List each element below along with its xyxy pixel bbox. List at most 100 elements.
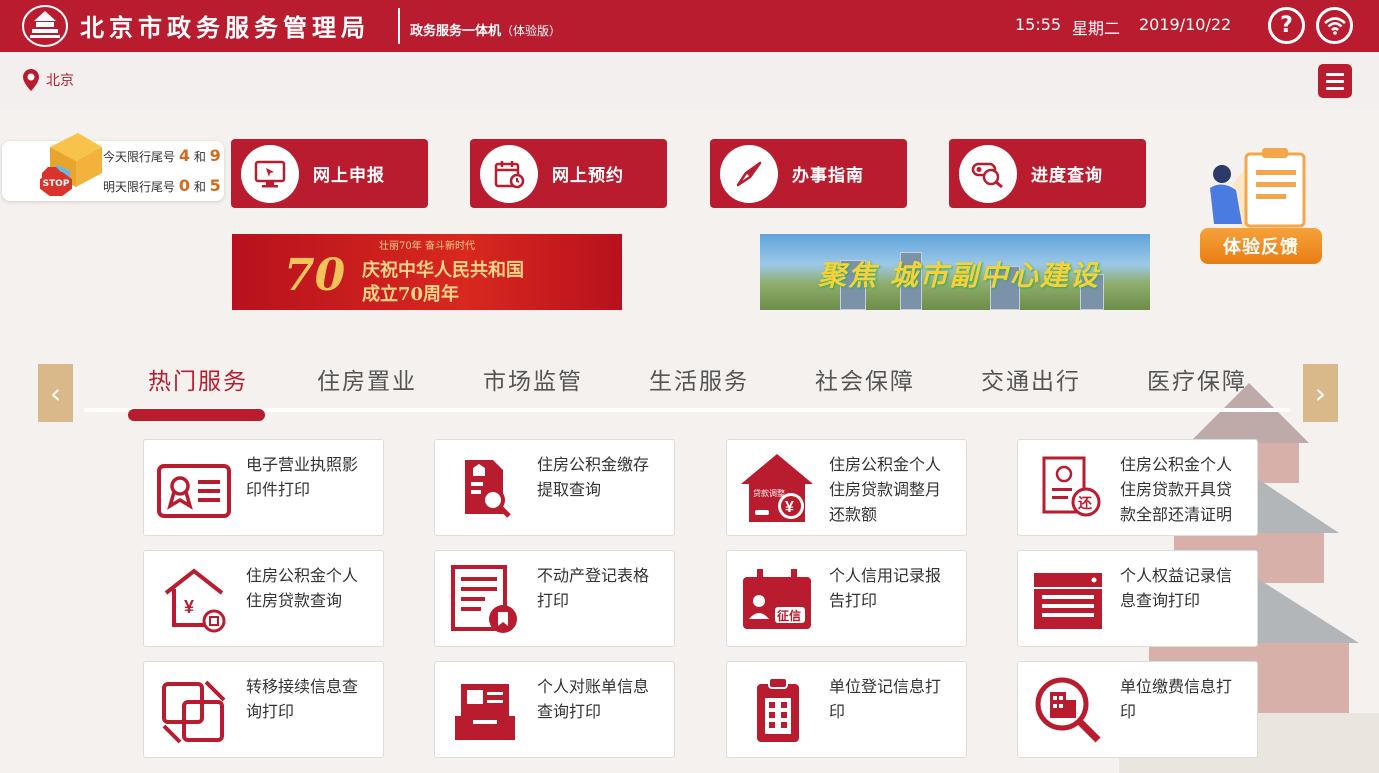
traffic-today-and: 和 — [193, 150, 206, 164]
service-label-line: 住房公积金缴存 — [537, 455, 650, 474]
tab-hot-services[interactable]: 热门服务 — [148, 362, 248, 396]
tabs-next-button[interactable]: › — [1303, 364, 1338, 422]
kiosk-name: 政务服务一体机 — [410, 24, 502, 39]
service-card-statement[interactable]: 个人对账单信息 查询打印 — [434, 661, 675, 758]
tab-housing[interactable]: 住房置业 — [317, 362, 417, 396]
service-label: 个人对账单信息 查询打印 — [537, 674, 667, 724]
traffic-tomorrow: 明天限行尾号 0 和 5 — [103, 176, 221, 195]
kiosk-subtitle: 政务服务一体机（体验版） — [410, 20, 561, 39]
location-selector[interactable]: 北京 — [22, 68, 74, 92]
service-card-real-estate[interactable]: 不动产登记表格 打印 — [434, 550, 675, 647]
service-label: 单位缴费信息打印 — [1120, 674, 1250, 724]
service-card-unit-payment[interactable]: 单位缴费信息打印 — [1017, 661, 1258, 758]
traffic-tomorrow-num-a: 0 — [178, 176, 190, 195]
quick-online-apply-button[interactable]: 网上申报 — [231, 139, 428, 208]
service-card-loan-query[interactable]: ¥ 住房公积金个人 住房贷款查询 — [143, 550, 384, 647]
service-label-line: 不动产登记表格 — [537, 566, 650, 585]
location-bar-bg — [0, 52, 1379, 110]
tab-life-services[interactable]: 生活服务 — [649, 362, 749, 396]
service-label-line: 住房贷款开具贷 — [1120, 480, 1233, 499]
agency-title: 北京市政务服务管理局 — [80, 13, 370, 42]
tab-social-security[interactable]: 社会保障 — [815, 362, 915, 396]
service-label: 住房公积金个人 住房贷款调整月 还款额 — [829, 452, 959, 527]
yuan-text: ¥ — [184, 597, 194, 617]
service-label: 住房公积金个人 住房贷款查询 — [246, 563, 376, 613]
service-card-transfer[interactable]: 转移接续信息查 询打印 — [143, 661, 384, 758]
anniversary-banner[interactable]: 壮丽70年 奋斗新时代 70 庆祝中华人民共和国 成立70周年 — [232, 234, 622, 310]
wifi-icon — [1323, 16, 1346, 35]
tab-market-supervision[interactable]: 市场监管 — [483, 362, 583, 396]
emblem-icon — [22, 5, 68, 47]
service-label-line: 单位缴费信息打 — [1120, 677, 1233, 696]
feedback-label: 体验反馈 — [1200, 228, 1322, 264]
help-button[interactable]: ? — [1268, 7, 1305, 44]
service-card-business-license[interactable]: 电子营业执照影 印件打印 — [143, 439, 384, 536]
clock-date: 2019/10/22 — [1139, 15, 1232, 34]
banner-line1: 庆祝中华人民共和国 — [362, 260, 524, 281]
document-search-icon — [465, 460, 511, 518]
house-yuan-icon: ¥ — [164, 568, 226, 633]
service-label-line: 告打印 — [829, 591, 878, 610]
house-loan-icon: 贷款调整 ¥ — [741, 454, 813, 522]
service-label: 住房公积金个人 住房贷款开具贷 款全部还清证明 — [1120, 452, 1250, 527]
service-label-line: 住房公积金个人 — [1120, 455, 1233, 474]
credit-text: 征信 — [777, 608, 801, 623]
menu-button[interactable] — [1318, 64, 1352, 98]
form-bookmark-icon — [451, 565, 517, 633]
subcenter-banner[interactable]: 聚焦 城市副中心建设 — [760, 234, 1150, 310]
menu-line-icon — [1326, 86, 1344, 90]
service-label-line: 询打印 — [246, 702, 295, 721]
service-card-loan-cleared[interactable]: 还 住房公积金个人 住房贷款开具贷 款全部还清证明 — [1017, 439, 1258, 536]
service-label-line: 转移接续信息查 — [246, 677, 359, 696]
tab-medical-security[interactable]: 医疗保障 — [1147, 362, 1247, 396]
help-icon: ? — [1280, 13, 1293, 38]
app-header: 北京市政务服务管理局 政务服务一体机（体验版） 15:55 星期二 2019/1… — [0, 0, 1379, 52]
service-label-line: 单位登记信息打 — [829, 677, 942, 696]
service-card-credit-report[interactable]: 征信 个人信用记录报 告打印 — [726, 550, 967, 647]
service-label-line: 个人权益记录信 — [1120, 566, 1233, 585]
quick-label: 进度查询 — [1031, 166, 1103, 186]
traffic-today-label: 今天限行尾号 — [103, 150, 176, 164]
service-card-rights-record[interactable]: 个人权益记录信 息查询打印 — [1017, 550, 1258, 647]
service-label-line: 住房贷款调整月 — [829, 480, 942, 499]
quick-guide-button[interactable]: 办事指南 — [710, 139, 907, 208]
service-label: 电子营业执照影 印件打印 — [246, 452, 376, 502]
clipboard-icon — [757, 677, 799, 742]
tabs-prev-button[interactable]: ‹ — [38, 364, 73, 422]
service-label: 个人信用记录报 告打印 — [829, 563, 959, 613]
repay-text: 还 — [1077, 495, 1093, 511]
traffic-today-num-a: 4 — [178, 146, 190, 165]
stop-sign-icon: STOP — [40, 172, 72, 196]
transfer-squares-icon — [162, 680, 226, 744]
clock-weekday: 星期二 — [1072, 19, 1121, 38]
service-card-unit-registration[interactable]: 单位登记信息打印 — [726, 661, 967, 758]
tab-transport[interactable]: 交通出行 — [981, 362, 1081, 396]
quick-online-booking-button[interactable]: 网上预约 — [470, 139, 667, 208]
printer-icon — [1034, 573, 1102, 629]
service-card-fund-deposit[interactable]: 住房公积金缴存 提取查询 — [434, 439, 675, 536]
service-label-line: 电子营业执照影 — [246, 455, 359, 474]
service-label-line: 打印 — [537, 591, 570, 610]
service-label-line: 息查询打印 — [1120, 591, 1201, 610]
service-card-loan-adjust[interactable]: 贷款调整 ¥ 住房公积金个人 住房贷款调整月 还款额 — [726, 439, 967, 536]
building-search-icon — [1035, 677, 1101, 743]
traffic-today-num-b: 9 — [209, 146, 221, 165]
wifi-button[interactable] — [1316, 7, 1353, 44]
license-card-icon — [157, 464, 231, 518]
location-pin-icon — [23, 69, 39, 91]
traffic-tomorrow-and: 和 — [193, 180, 206, 194]
feedback-button[interactable]: 体验反馈 — [1196, 148, 1324, 266]
compass-icon — [720, 144, 778, 203]
menu-line-icon — [1326, 79, 1344, 83]
service-label-line: 还款额 — [829, 505, 878, 524]
service-label: 转移接续信息查 询打印 — [246, 674, 376, 724]
credit-calendar-icon: 征信 — [743, 569, 811, 629]
service-label-line: 住房贷款查询 — [246, 591, 343, 610]
id-tray-icon — [455, 684, 515, 740]
banner-line2: 成立70周年 — [362, 284, 460, 305]
quick-progress-button[interactable]: 进度查询 — [949, 139, 1146, 208]
tabs-baseline — [84, 408, 1290, 412]
active-tab-indicator — [128, 409, 265, 421]
progress-search-icon — [959, 144, 1017, 203]
repay-certificate-icon: 还 — [1042, 456, 1101, 517]
